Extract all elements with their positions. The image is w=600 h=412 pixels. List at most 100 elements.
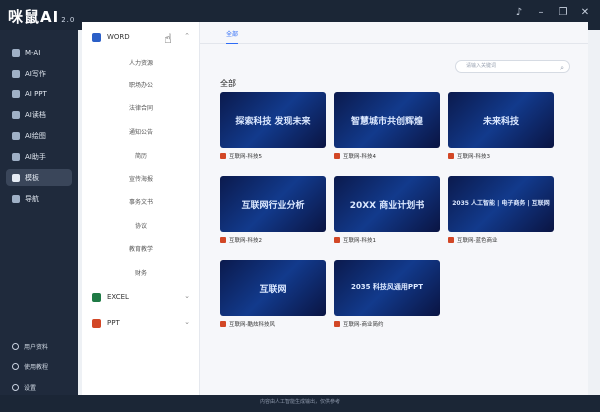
sidebar-tutorial[interactable]: 使用教程: [6, 359, 72, 373]
template-card[interactable]: 智慧城市共创辉煌: [334, 92, 440, 148]
template-card[interactable]: 探索科技 发现未来: [220, 92, 326, 148]
card-caption: 互联网-蓝色商业: [448, 235, 554, 245]
slides-icon: [12, 89, 20, 98]
ppt-icon: [334, 321, 340, 327]
close-icon[interactable]: ✕: [580, 8, 590, 18]
excel-icon: [92, 292, 101, 302]
search-icon[interactable]: ⌕: [560, 63, 564, 74]
sidebar-settings[interactable]: 设置: [6, 380, 72, 394]
search-input[interactable]: 请输入关键词 ⌕: [455, 60, 570, 73]
card-caption-text: 互联网-科技1: [343, 238, 376, 244]
template-card[interactable]: 互联网行业分析: [220, 176, 326, 232]
sidebar-item-label: AI PPT: [25, 89, 47, 98]
template-card[interactable]: 20XX 商业计划书: [334, 176, 440, 232]
sidebar-item-label: M-AI: [25, 48, 41, 57]
ppt-icon: [220, 321, 226, 327]
sidebar-item-label: AI写作: [25, 69, 46, 78]
card-thumb-title: 智慧城市共创辉煌: [350, 117, 423, 127]
card-caption-text: 互联网-科技3: [457, 154, 490, 160]
template-card[interactable]: 未来科技: [448, 92, 554, 148]
brand-name: 咪鼠AI: [8, 8, 60, 26]
card-caption-text: 互联网-科技2: [229, 238, 262, 244]
card-caption-text: 互联网-商业简约: [343, 322, 384, 328]
card-thumb-title: 20XX 商业计划书: [349, 201, 425, 211]
ppt-icon: [220, 237, 226, 243]
sidebar-item-ai-drawing[interactable]: AI绘图: [6, 127, 72, 144]
compass-icon: [12, 194, 20, 203]
sidebar-item-label: AI读档: [25, 110, 46, 119]
template-icon: [12, 173, 20, 182]
subcategory-item[interactable]: 财务: [82, 268, 200, 277]
pen-icon: [12, 69, 20, 78]
sidebar-item-ai-ppt[interactable]: AI PPT: [6, 85, 72, 102]
category-ppt[interactable]: PPT ⌄: [82, 314, 200, 332]
minimize-icon[interactable]: –: [536, 8, 546, 18]
card-thumb-title: 2035 科技风通用PPT: [351, 283, 423, 291]
chevron-down-icon: ⌄: [184, 318, 190, 326]
document-icon: [12, 110, 20, 119]
mouse-cursor-icon: ☝: [164, 32, 172, 47]
bell-icon[interactable]: ♪: [514, 8, 524, 18]
sidebar-item-navigation[interactable]: 导航: [6, 190, 72, 207]
card-caption-text: 互联网-科技5: [229, 154, 262, 160]
ppt-icon: [92, 318, 101, 328]
ppt-icon: [220, 153, 226, 159]
card-thumb-title: 未来科技: [482, 117, 519, 127]
card-thumb-title: 互联网: [259, 285, 287, 295]
assistant-icon: [12, 152, 20, 161]
word-icon: [92, 32, 101, 42]
ppt-icon: [334, 237, 340, 243]
subcategory-item[interactable]: 法律合同: [82, 103, 200, 112]
subcategory-item[interactable]: 人力资源: [82, 58, 200, 67]
subcategory-item[interactable]: 协议: [82, 221, 200, 230]
card-thumb-title: 2035 人工智能 | 电子商务 | 互联网: [452, 200, 550, 207]
m-ai-icon: [12, 48, 20, 57]
tab-all[interactable]: 全部: [226, 29, 239, 44]
card-caption: 互联网-科技4: [334, 151, 440, 161]
sidebar-user-profile[interactable]: 用户资料: [6, 339, 72, 353]
sidebar-item-label: 设置: [24, 384, 37, 392]
footer-note: 内容由人工智能生成输出，仅供参考: [259, 399, 340, 405]
sidebar-item-ai-reading[interactable]: AI读档: [6, 106, 72, 123]
category-excel[interactable]: EXCEL ⌄: [82, 288, 200, 306]
category-label: PPT: [107, 319, 120, 327]
ppt-icon: [334, 153, 340, 159]
sidebar-item-ai-writing[interactable]: AI写作: [6, 65, 72, 82]
sidebar-item-label: AI助手: [25, 152, 46, 161]
sidebar-item-ai-assistant[interactable]: AI助手: [6, 148, 72, 165]
category-word[interactable]: WORD ⌃: [82, 28, 200, 46]
card-caption: 互联网-商业简约: [334, 319, 440, 329]
sidebar-item-m-ai[interactable]: M-AI: [6, 44, 72, 61]
card-caption: 互联网-科技3: [448, 151, 554, 161]
brush-icon: [12, 131, 20, 140]
restore-icon[interactable]: ❐: [558, 8, 568, 18]
search-placeholder: 请输入关键词: [466, 63, 497, 69]
ppt-icon: [448, 153, 454, 159]
sidebar-item-templates[interactable]: 模板: [6, 169, 72, 186]
subcategory-item[interactable]: 简历: [82, 151, 200, 160]
template-card[interactable]: 2035 人工智能 | 电子商务 | 互联网: [448, 176, 554, 232]
card-caption: 互联网-科技1: [334, 235, 440, 245]
category-label: EXCEL: [107, 293, 129, 301]
subcategory-item[interactable]: 职场办公: [82, 80, 200, 89]
version-label: 2.0: [61, 16, 76, 24]
card-caption-text: 互联网-科技4: [343, 154, 376, 160]
card-thumb-title: 探索科技 发现未来: [235, 117, 311, 127]
chevron-down-icon: ⌄: [184, 292, 190, 300]
subcategory-item[interactable]: 通知公告: [82, 127, 200, 136]
gear-icon: [12, 383, 19, 391]
tab-bar: 全部: [200, 22, 588, 44]
sidebar-item-label: 模板: [25, 173, 39, 182]
sidebar: M-AI AI写作 AI PPT AI读档 AI绘图 AI助手 模板 导航 用户…: [0, 30, 78, 412]
category-label: WORD: [107, 33, 130, 41]
card-thumb-title: 互联网行业分析: [241, 201, 305, 211]
help-icon: [12, 362, 19, 370]
subcategory-item[interactable]: 事务文书: [82, 197, 200, 206]
subcategory-item[interactable]: 教育教学: [82, 244, 200, 253]
template-card[interactable]: 互联网: [220, 260, 326, 316]
sidebar-item-label: 用户资料: [24, 343, 49, 351]
subcategory-item[interactable]: 宣传海报: [82, 174, 200, 183]
sidebar-item-label: 使用教程: [24, 363, 49, 371]
card-caption-text: 互联网-酷炫科技风: [229, 322, 275, 328]
template-card[interactable]: 2035 科技风通用PPT: [334, 260, 440, 316]
